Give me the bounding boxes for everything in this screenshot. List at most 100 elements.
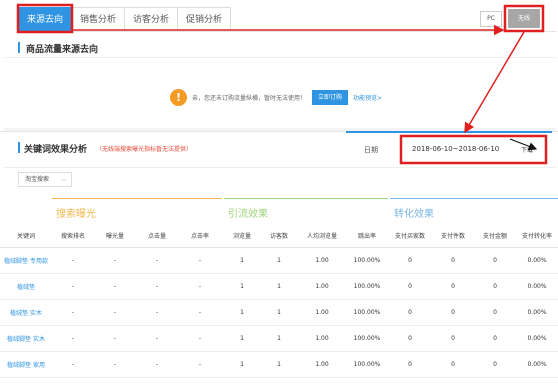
tab-bar: 来源去向 销售分析 访客分析 促销分析 [18,7,232,31]
date-picker-area: 日期 2018-06-10~2018-06-10 下载 [346,131,552,167]
tab-source-destination[interactable]: 来源去向 [18,7,73,31]
table-row: 植绒垫 - - - - 1 1 1.00 100.00% 0 0 0 0.00% [0,274,558,300]
column-header: 浏览量 [232,233,251,240]
table-cell: - [198,283,202,290]
table-cell: - [113,335,117,342]
table-cell: - [155,257,159,264]
section-title: 关键词效果分析 [24,145,88,155]
table-cell: 100.00% [353,257,381,264]
table-row: 植绒脚垫 专用款 - - - - 1 1 1.00 100.00% 0 0 0 … [0,248,558,274]
table-cell: 0 [451,257,455,264]
table-cell: 0 [451,335,455,342]
table-cell: - [71,361,75,368]
column-header: 支付买家数 [394,233,425,240]
table-cell: 1 [240,335,244,342]
section-header-traffic: 商品流量来源去向 [4,38,556,58]
table-cell: - [198,257,202,264]
source-filter-value: 淘宝搜索 [25,176,50,183]
keyword-link[interactable]: 植绒垫 [0,274,52,299]
group-label: 引流效果 [228,209,268,220]
table-cell: - [113,361,117,368]
group-search-exposure: 搜索曝光 [52,198,222,224]
column-header: 支付转化率 [521,233,552,240]
column-header: 支付件数 [440,233,465,240]
table-cell: - [71,283,75,290]
table-cell: 1 [240,283,244,290]
subscription-notice: ! 亲，您还未订购流量纵横，暂时无法使用！ 立即订购 功能预览> [170,88,382,106]
table-cell: 0 [408,361,412,368]
group-label: 转化效果 [394,209,434,220]
tab-divider [18,31,556,32]
feature-preview-link[interactable]: 功能预览> [353,93,382,102]
table-cell: 1 [277,335,281,342]
section-marker [18,142,20,153]
wireless-toggle-button[interactable]: 无线 [508,9,540,28]
download-button[interactable]: 下载 [521,145,533,154]
column-header: 访客数 [269,233,288,240]
table-cell: - [71,257,75,264]
table-cell: 1 [277,283,281,290]
table-cell: 1 [277,309,281,316]
table-cell: 0 [493,361,497,368]
table-cell: 0.00% [527,309,547,316]
pc-toggle-button[interactable]: PC [480,11,502,27]
table-cell: - [155,335,159,342]
subscribe-button[interactable]: 立即订购 [312,89,349,105]
table-cell: 1.00 [315,335,329,342]
chevron-down-icon: ⌵ [61,176,66,183]
section-header-keywords: 关键词效果分析 （无线端搜索曝光指标暂无法提供） [4,138,364,158]
section-note: （无线端搜索曝光指标暂无法提供） [96,146,193,153]
separator-line [4,167,556,168]
table-row: 植绒脚垫 家用 - - - - 1 1 1.00 100.00% 0 0 0 0… [0,352,558,378]
keyword-link[interactable]: 植绒垫 实木 [0,300,52,325]
table-cell: - [198,309,202,316]
table-row: 植绒垫 实木 - - - - 1 1 1.00 100.00% 0 0 0 0.… [0,300,558,326]
table-cell: 100.00% [353,335,381,342]
date-range-input[interactable]: 2018-06-10~2018-06-10 [412,145,499,153]
tab-sales-analysis[interactable]: 销售分析 [71,7,126,31]
table-cell: 1 [277,257,281,264]
table-cell: 100.00% [353,361,381,368]
table-cell: - [155,309,159,316]
table-cell: 100.00% [353,309,381,316]
table-cell: 1 [240,309,244,316]
notice-text: 亲，您还未订购流量纵横，暂时无法使用！ [192,94,307,102]
table-cell: - [113,309,117,316]
table-cell: 0 [408,309,412,316]
column-header: 人均浏览量 [306,233,337,240]
table-cell: 0 [408,283,412,290]
table-cell: 0 [493,335,497,342]
keyword-link[interactable]: 植绒脚垫 专用款 [0,248,52,273]
column-header: 曝光量 [105,233,124,240]
table-cell: 0 [408,335,412,342]
keyword-link[interactable]: 植绒脚垫 实木 [0,326,52,351]
source-filter-select[interactable]: 淘宝搜索 ⌵ [18,172,72,187]
table-cell: 0.00% [527,335,547,342]
table-header: 关键词 搜索排名 曝光量 点击量 点击率 浏览量 访客数 人均浏览量 跳出率 支… [0,224,558,248]
group-conversion-effect: 转化效果 [390,198,558,224]
table-cell: 0.00% [527,283,547,290]
table-cell: 0 [408,257,412,264]
column-header: 关键词 [16,233,35,240]
group-label: 搜索曝光 [56,209,96,220]
table-cell: 0 [493,309,497,316]
table-cell: 1.00 [315,257,329,264]
table-cell: - [71,335,75,342]
table-cell: 0 [493,283,497,290]
table-cell: - [155,283,159,290]
table-cell: 0 [493,257,497,264]
tab-promotion-analysis[interactable]: 促销分析 [177,7,232,31]
table-cell: 1 [240,257,244,264]
section-marker [18,42,20,53]
table-cell: 100.00% [353,283,381,290]
table-cell: - [155,361,159,368]
table-cell: 0.00% [527,361,547,368]
section-title: 商品流量来源去向 [26,45,99,55]
keyword-link[interactable]: 植绒脚垫 家用 [0,352,52,377]
tab-visitor-analysis[interactable]: 访客分析 [124,7,179,31]
date-label[interactable]: 日期 [364,145,378,155]
table-cell: 0 [451,361,455,368]
table-cell: - [198,361,202,368]
table-cell: 0 [451,283,455,290]
table-cell: 1 [277,361,281,368]
